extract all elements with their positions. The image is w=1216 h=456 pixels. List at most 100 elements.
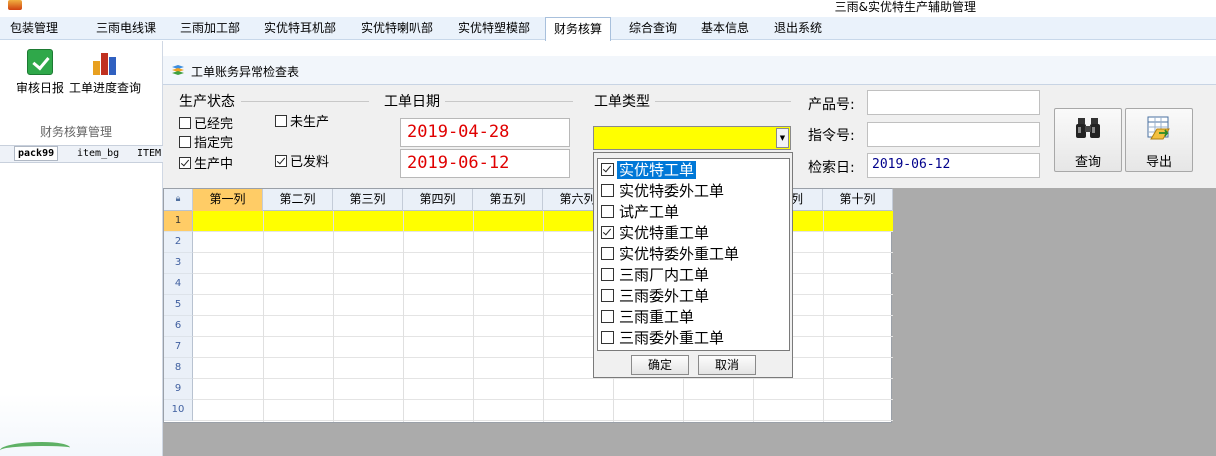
ribbon-panel: 审核日报 工单进度查询 财务核算管理 pack99 item_bg ITEM [0,41,163,456]
order-type-option[interactable]: 实优特重工单 [601,223,786,244]
order-number-label: 指令号: [808,128,855,144]
checkbox-box-checked [179,157,191,169]
product-input[interactable] [867,90,1040,115]
status-designated-checkbox[interactable]: 指定完 [179,136,233,152]
export-spreadsheet-icon [1147,116,1170,140]
row-number[interactable]: 6 [164,316,193,337]
status-finished-label: 已经完 [194,117,234,132]
checkbox-box [601,289,614,302]
tab-pack99[interactable]: pack99 [14,146,59,161]
column-header-4[interactable]: 第四列 [403,189,473,211]
row-number[interactable]: 10 [164,400,193,421]
order-progress-label: 工单进度查询 [68,81,141,95]
menu-item-finance[interactable]: 财务核算 [545,17,612,41]
column-header-10[interactable]: 第十列 [823,189,893,211]
tab-item-bg[interactable]: item_bg [74,147,122,160]
column-header-2[interactable]: 第二列 [263,189,333,211]
form-icon [172,65,184,75]
order-type-combobox[interactable]: ▼ [593,126,791,150]
column-divider [473,211,474,422]
query-button-label: 查询 [1074,155,1101,170]
title-bar: 三雨&实优特生产辅助管理 [0,0,1216,17]
option-label: 试产工单 [619,203,680,221]
date-to-field[interactable]: 2019-06-12 [400,149,570,178]
order-type-option[interactable]: 实优特委外工单 [601,181,786,202]
menu-item-query[interactable]: 综合查询 [627,17,679,40]
export-button[interactable]: 导出 [1125,108,1193,172]
checkbox-box-checked [601,163,614,176]
column-header-5[interactable]: 第五列 [473,189,543,211]
order-type-option[interactable]: 实优特委外重工单 [601,244,786,265]
decorative-swoosh [0,442,70,456]
order-type-option[interactable]: 三雨委外工单 [601,286,786,307]
checkbox-box [601,310,614,323]
date-group-title: 工单日期 [384,94,440,110]
search-date-input[interactable]: 2019-06-12 [867,153,1040,178]
column-divider [263,211,264,422]
row-number[interactable]: 1 [164,211,193,232]
row-number[interactable]: 8 [164,358,193,379]
order-type-option[interactable]: 试产工单 [601,202,786,223]
lock-icon[interactable]: 🔒︎ [164,189,193,211]
column-divider [403,211,404,422]
order-number-input[interactable] [867,122,1040,147]
row-number[interactable]: 2 [164,232,193,253]
status-finished-checkbox[interactable]: 已经完 [179,117,233,133]
column-header-3[interactable]: 第三列 [333,189,403,211]
tab-item[interactable]: ITEM [134,147,164,160]
menu-item-molding-dept[interactable]: 实优特塑模部 [456,17,532,40]
status-material-issued-checkbox[interactable]: 已发料 [275,155,329,171]
export-button-label: 导出 [1145,155,1172,170]
date-from-field[interactable]: 2019-04-28 [400,118,570,147]
status-not-started-label: 未生产 [290,115,330,130]
checkbox-box-checked [275,155,287,167]
order-type-option[interactable]: 实优特工单 [601,160,786,181]
dropdown-arrow-icon[interactable]: ▼ [776,128,789,148]
type-group-title: 工单类型 [594,94,650,110]
menu-item-speaker-dept[interactable]: 实优特喇叭部 [359,17,435,40]
row-number[interactable]: 3 [164,253,193,274]
ok-button[interactable]: 确定 [631,355,689,375]
status-in-production-checkbox[interactable]: 生产中 [179,157,233,173]
date-group-divider [445,101,573,102]
status-material-issued-label: 已发料 [290,155,330,170]
order-type-list: 实优特工单 实优特委外工单 试产工单 实优特重工单 实优特委外重工单 三雨厂内工… [597,158,790,351]
menu-item-packaging[interactable]: 包装管理 [8,17,60,40]
window-title: 三雨&实优特生产辅助管理 [834,0,976,14]
status-designated-label: 指定完 [194,136,234,151]
column-divider [543,211,544,422]
row-number[interactable]: 7 [164,337,193,358]
column-header-1[interactable]: 第一列 [193,189,263,211]
status-not-started-checkbox[interactable]: 未生产 [275,115,329,131]
option-label: 三雨委外工单 [619,287,710,305]
order-type-dropdown: 实优特工单 实优特委外工单 试产工单 实优特重工单 实优特委外重工单 三雨厂内工… [593,152,793,378]
checkbox-box [179,136,191,148]
cancel-button[interactable]: 取消 [698,355,756,375]
row-number[interactable]: 9 [164,379,193,400]
row-number[interactable]: 5 [164,295,193,316]
order-progress-button[interactable]: 工单进度查询 [66,49,144,96]
option-label: 三雨厂内工单 [619,266,710,284]
menu-item-wire-dept[interactable]: 三雨电线课 [94,17,158,40]
order-type-option[interactable]: 三雨委外重工单 [601,328,786,349]
menu-item-exit[interactable]: 退出系统 [772,17,824,40]
audit-daily-label: 审核日报 [15,81,64,95]
checkbox-box [601,247,614,260]
type-group-divider [655,101,791,102]
menu-item-processing-dept[interactable]: 三雨加工部 [178,17,242,40]
ribbon-group-label: 财务核算管理 [40,125,113,139]
column-divider [823,211,824,422]
checkbox-box-checked [601,226,614,239]
row-number[interactable]: 4 [164,274,193,295]
menu-item-earphone-dept[interactable]: 实优特耳机部 [262,17,338,40]
checkbox-box [275,115,287,127]
query-button[interactable]: 查询 [1054,108,1122,172]
menu-item-basic-info[interactable]: 基本信息 [699,17,751,40]
audit-daily-button[interactable]: 审核日报 [14,49,66,96]
option-label: 三雨重工单 [619,308,695,326]
search-date-label: 检索日: [808,160,855,176]
status-group-title: 生产状态 [179,94,235,110]
order-type-option[interactable]: 三雨重工单 [601,307,786,328]
option-label: 三雨委外重工单 [619,329,725,347]
order-type-option[interactable]: 三雨厂内工单 [601,265,786,286]
